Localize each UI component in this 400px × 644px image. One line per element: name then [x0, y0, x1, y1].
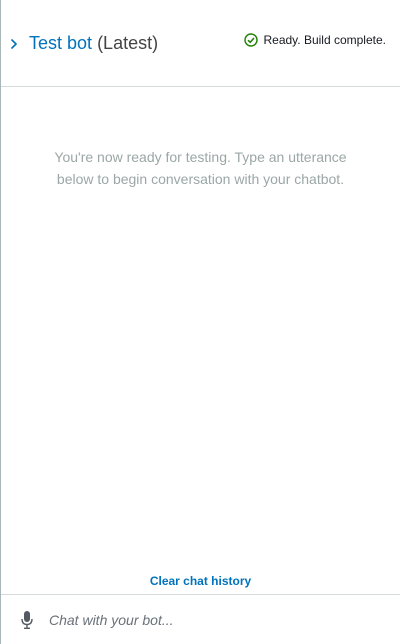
check-circle-icon: [244, 33, 259, 47]
collapse-button[interactable]: [7, 34, 21, 54]
chat-input[interactable]: [47, 610, 390, 629]
empty-state-message: You're now ready for testing. Type an ut…: [1, 146, 400, 190]
panel-title: Test bot (Latest): [29, 32, 158, 54]
clear-chat-history-link[interactable]: Clear chat history: [1, 574, 400, 588]
bot-version: (Latest): [97, 33, 159, 53]
microphone-button[interactable]: [17, 610, 37, 630]
empty-state-line-2: below to begin conversation with your ch…: [56, 171, 345, 187]
test-bot-panel: Test bot (Latest) Ready. Build complete.…: [0, 0, 400, 644]
build-status: Ready. Build complete.: [244, 33, 386, 47]
panel-header: Test bot (Latest) Ready. Build complete.: [1, 0, 400, 87]
microphone-icon: [20, 610, 34, 630]
status-text: Ready. Build complete.: [263, 33, 386, 47]
chevron-right-icon: [10, 38, 18, 50]
chat-input-bar: [1, 594, 400, 644]
empty-state-line-1: You're now ready for testing. Type an ut…: [54, 149, 347, 165]
bot-name: Test bot: [29, 33, 93, 53]
